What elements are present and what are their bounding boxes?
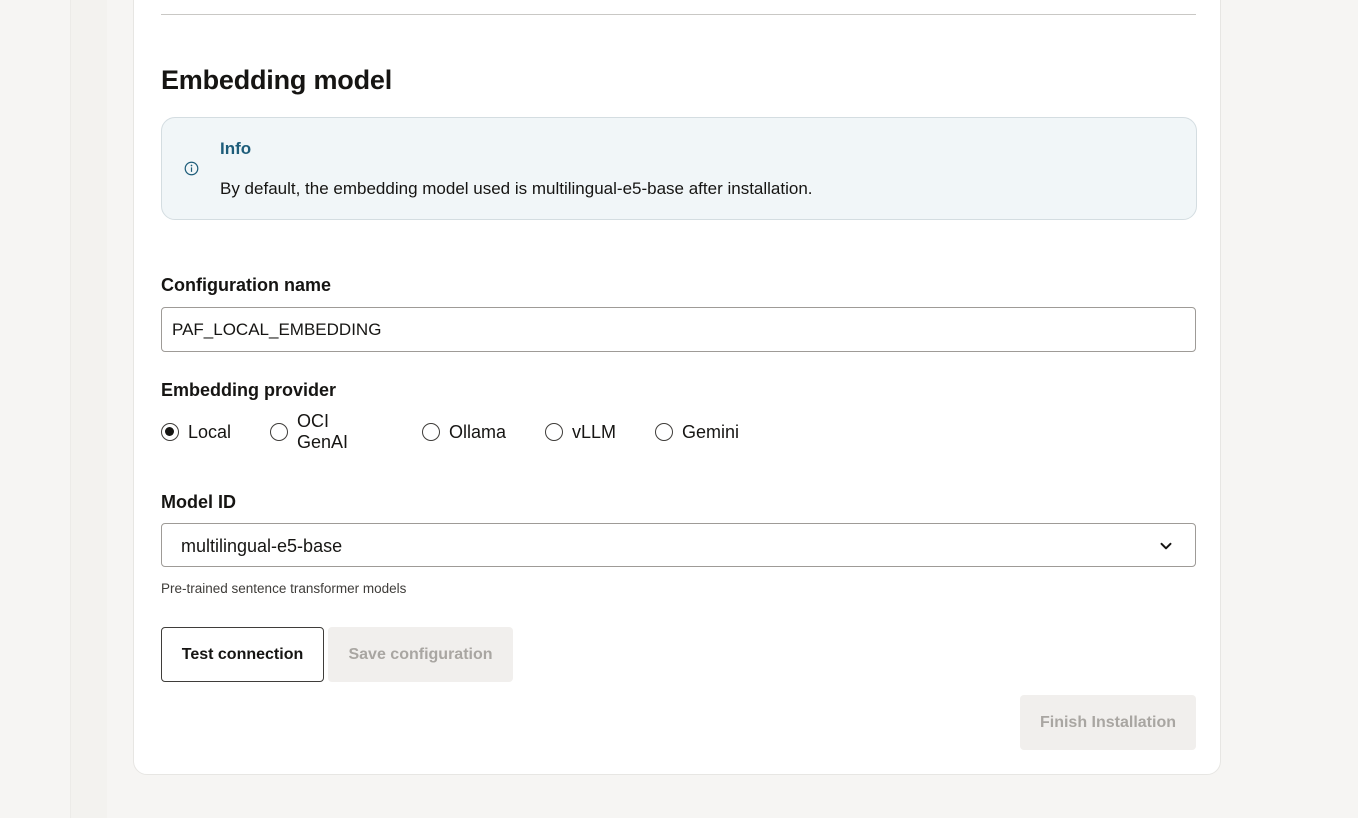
model-id-value: multilingual-e5-base <box>181 536 343 556</box>
info-message: By default, the embedding model used is … <box>220 179 813 198</box>
info-circle-icon <box>184 161 199 176</box>
config-name-input[interactable] <box>161 307 1196 352</box>
info-title: Info <box>220 139 252 158</box>
model-id-helper: Pre-trained sentence transformer models <box>161 581 407 596</box>
provider-label: Embedding provider <box>161 380 337 400</box>
radio-unchecked-icon[interactable] <box>655 423 673 441</box>
radio-checked-icon[interactable] <box>161 423 179 441</box>
test-connection-button[interactable]: Test connection <box>161 627 324 682</box>
info-banner: Info By default, the embedding model use… <box>161 117 1197 220</box>
provider-option-local[interactable]: Local <box>161 420 231 444</box>
provider-option-label: Local <box>188 421 232 442</box>
provider-option-label: Ollama <box>449 421 507 442</box>
provider-option-vllm[interactable]: vLLM <box>545 420 616 444</box>
model-id-label: Model ID <box>161 492 236 512</box>
sidebar-edge <box>70 0 107 818</box>
provider-option-label: OCI GenAI <box>297 411 349 452</box>
radio-unchecked-icon[interactable] <box>422 423 440 441</box>
radio-unchecked-icon[interactable] <box>270 423 288 441</box>
section-divider <box>161 14 1196 15</box>
setup-card: Embedding model Info By default, the emb… <box>133 0 1221 775</box>
radio-unchecked-icon[interactable] <box>545 423 563 441</box>
section-title: Embedding model <box>161 65 393 95</box>
model-id-select[interactable]: multilingual-e5-base <box>161 523 1196 567</box>
config-name-label: Configuration name <box>161 275 331 295</box>
provider-option-gemini[interactable]: Gemini <box>655 420 739 444</box>
provider-option-label: Gemini <box>682 421 740 442</box>
provider-option-oci-genai[interactable]: OCI GenAI <box>270 411 348 452</box>
provider-option-ollama[interactable]: Ollama <box>422 420 506 444</box>
chevron-down-icon[interactable] <box>1159 539 1173 553</box>
finish-installation-button[interactable]: Finish Installation <box>1020 695 1196 750</box>
provider-option-label: vLLM <box>572 421 617 442</box>
save-configuration-button[interactable]: Save configuration <box>328 627 513 682</box>
